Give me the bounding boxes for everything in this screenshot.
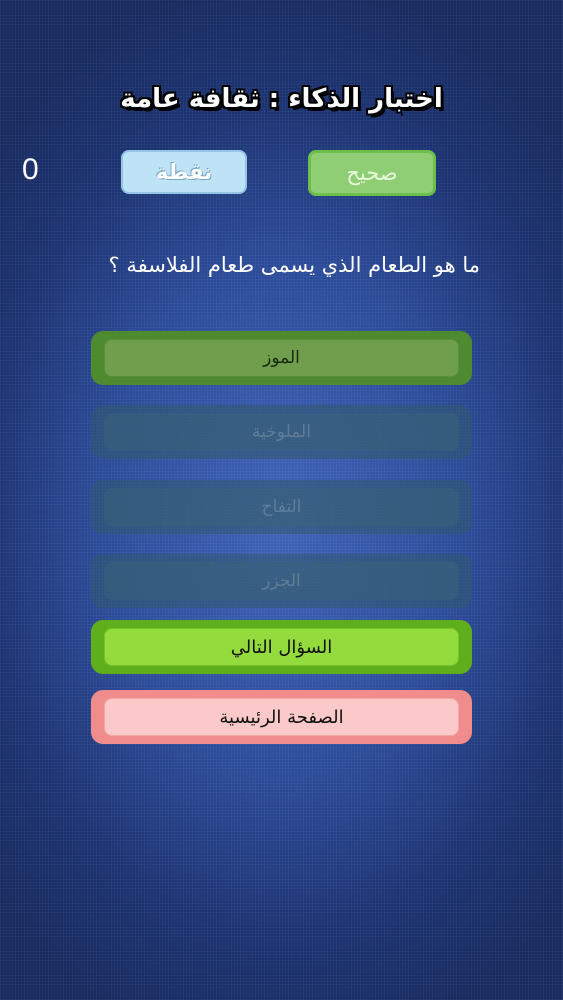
- home-page-label: الصفحة الرئيسية: [104, 698, 459, 736]
- answer-option-1[interactable]: الموز: [91, 331, 472, 385]
- answer-option-3-label: التفاح: [104, 488, 459, 526]
- next-question-button[interactable]: السؤال التالي: [91, 620, 472, 674]
- score-value: 0: [22, 153, 39, 186]
- home-page-button[interactable]: الصفحة الرئيسية: [91, 690, 472, 744]
- answer-option-4[interactable]: الجزر: [91, 554, 472, 608]
- answer-option-3[interactable]: التفاح: [91, 480, 472, 534]
- answer-option-4-label: الجزر: [104, 562, 459, 600]
- answer-option-1-label: الموز: [104, 339, 459, 377]
- page-title: اختبار الذكاء : ثقافة عامة: [120, 84, 443, 114]
- answer-option-2-label: الملوخية: [104, 413, 459, 451]
- next-question-label: السؤال التالي: [104, 628, 459, 666]
- points-badge: نقطة: [121, 150, 247, 194]
- question-text: ما هو الطعام الذي يسمى طعام الفلاسفة ؟: [108, 253, 480, 277]
- answer-option-2[interactable]: الملوخية: [91, 405, 472, 459]
- result-badge: صحيح: [308, 150, 436, 196]
